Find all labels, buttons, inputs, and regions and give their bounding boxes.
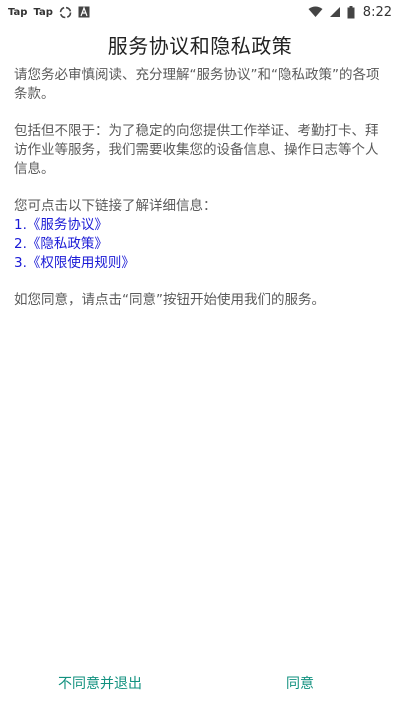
battery-icon: [347, 5, 355, 19]
service-agreement-link[interactable]: 1.《服务协议》: [14, 216, 388, 235]
decline-exit-button[interactable]: 不同意并退出: [0, 667, 200, 699]
notification-a-icon: [78, 6, 90, 18]
status-right-group: 8:22: [308, 5, 392, 20]
consent-prompt: 如您同意，请点击“同意”按钮开始使用我们的服务。: [14, 292, 325, 308]
clock: 8:22: [362, 4, 392, 20]
dialog-footer: 不同意并退出 同意: [0, 667, 400, 699]
status-left-group: Tap Tap: [8, 6, 90, 19]
sync-icon: [59, 6, 72, 19]
signal-icon: [329, 6, 341, 18]
agreement-content: 请您务必审慎阅读、充分理解“服务协议”和“隐私政策”的各项条款。 包括但不限于：…: [14, 66, 388, 310]
status-bar: Tap Tap 8:22: [0, 0, 400, 24]
tap-app-badge: Tap: [8, 6, 28, 18]
policy-links: 1.《服务协议》 2.《隐私政策》 3.《权限使用规则》: [14, 216, 388, 273]
wifi-icon: [308, 6, 323, 18]
agree-button[interactable]: 同意: [200, 667, 400, 699]
intro-paragraph: 请您务必审慎阅读、充分理解“服务协议”和“隐私政策”的各项条款。: [14, 67, 380, 102]
tap-app-badge: Tap: [33, 6, 53, 18]
permission-rules-link[interactable]: 3.《权限使用规则》: [14, 254, 388, 273]
privacy-policy-link[interactable]: 2.《隐私政策》: [14, 235, 388, 254]
dialog-title: 服务协议和隐私政策: [107, 34, 293, 58]
links-header: 您可点击以下链接了解详细信息：: [14, 198, 217, 214]
data-collection-paragraph: 包括但不限于：为了稳定的向您提供工作举证、考勤打卡、拜访作业等服务，我们需要收集…: [14, 123, 379, 177]
